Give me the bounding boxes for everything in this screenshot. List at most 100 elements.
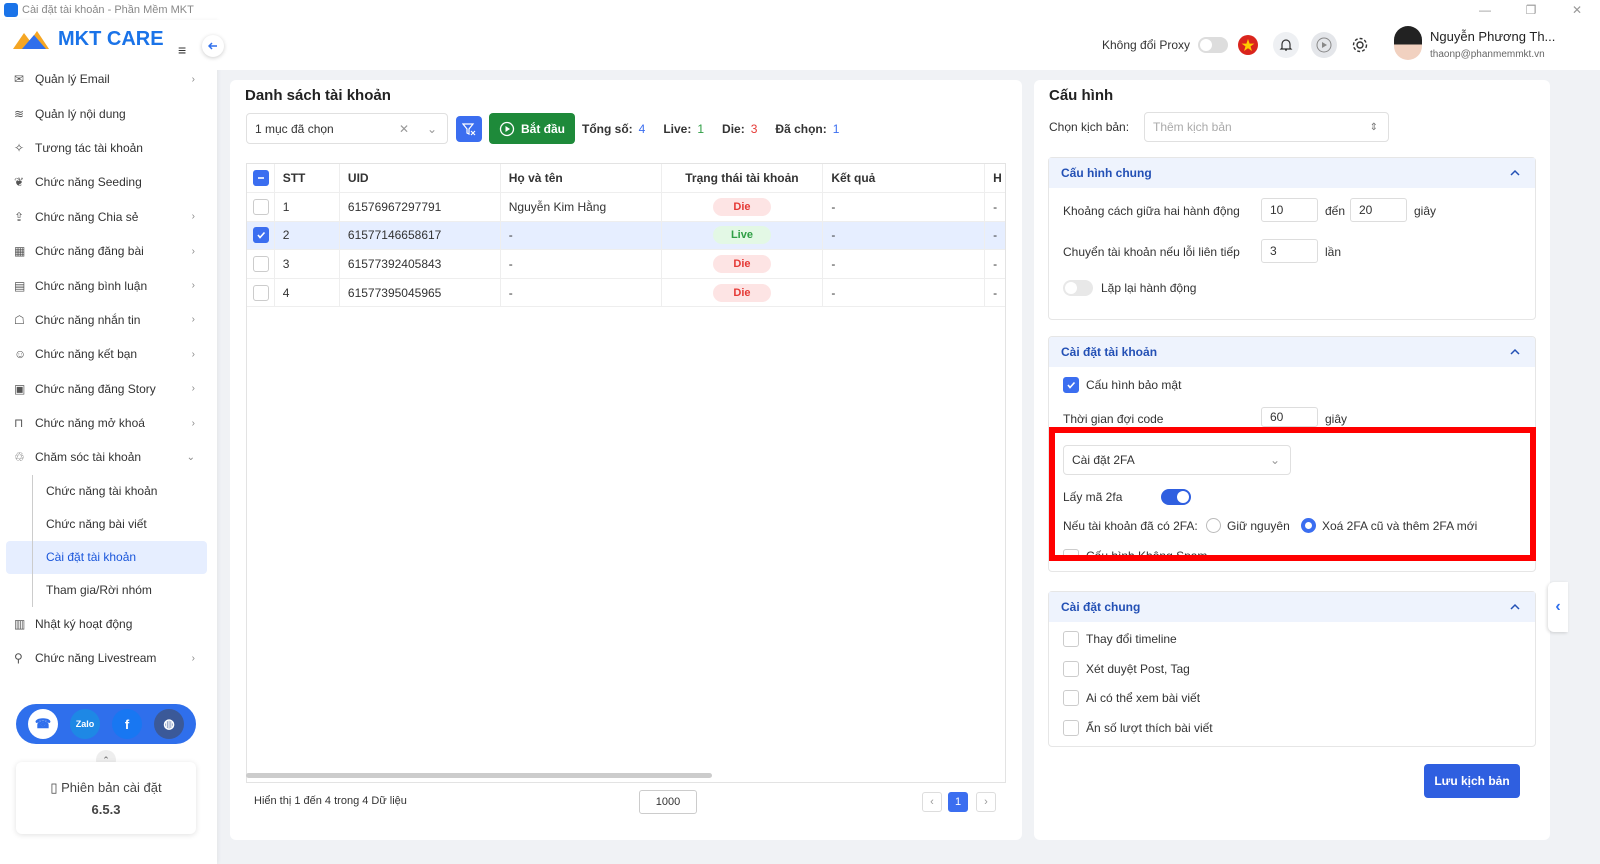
col-result[interactable]: Kết quả: [823, 164, 986, 192]
facebook-icon[interactable]: f: [112, 709, 142, 739]
next-page-button[interactable]: ›: [976, 792, 996, 812]
script-select[interactable]: Thêm kịch bản ⇕: [1144, 112, 1389, 142]
language-flag-button[interactable]: [1235, 32, 1261, 58]
sidebar-item-content[interactable]: ≋ Quản lý nội dung: [0, 96, 217, 130]
col-stt[interactable]: STT: [275, 164, 340, 192]
sidebar-subitem-account-settings[interactable]: Cài đặt tài khoản: [6, 540, 207, 574]
wait-code-input[interactable]: 60: [1261, 407, 1318, 427]
col-uid[interactable]: UID: [340, 164, 501, 192]
close-icon[interactable]: ✕: [1554, 0, 1600, 20]
status-badge: Live: [712, 226, 771, 245]
table-row[interactable]: 4 61577395045965 - Die - -: [247, 278, 1005, 308]
sidebar-item-share[interactable]: ⇪ Chức năng Chia sẻ ›: [0, 200, 217, 234]
version-label: ▯ Phiên bản cài đặt: [50, 780, 162, 795]
chevron-right-icon: ›: [191, 314, 195, 326]
sidebar-subitem-account-functions[interactable]: Chức năng tài khoản: [0, 474, 217, 508]
avatar[interactable]: [1394, 26, 1422, 60]
sidebar-item-care[interactable]: ♲ Chăm sóc tài khoản ⌄: [0, 440, 217, 474]
window-titlebar: Cài đặt tài khoản - Phần Mềm MKT — ❐ ✕: [0, 0, 1600, 20]
switch-account-input[interactable]: 3: [1261, 239, 1318, 263]
sidebar-item-livestream[interactable]: ⚲ Chức năng Livestream ›: [0, 641, 217, 675]
side-panel-toggle[interactable]: ‹: [1548, 582, 1568, 632]
layers-icon: ≋: [14, 106, 25, 121]
col-status[interactable]: Trạng thái tài khoản: [662, 164, 824, 192]
option-checkbox[interactable]: [1063, 631, 1079, 647]
option-review-post[interactable]: Xét duyệt Post, Tag: [1063, 661, 1190, 677]
select-all-checkbox[interactable]: [253, 170, 269, 186]
repeat-action-toggle[interactable]: [1063, 280, 1093, 296]
delay-label: Khoảng cách giữa hai hành động: [1063, 204, 1240, 218]
horizontal-scrollbar[interactable]: [246, 773, 712, 778]
sidebar-item-story[interactable]: ▣ Chức năng đăng Story ›: [0, 372, 217, 406]
proxy-toggle[interactable]: [1198, 37, 1229, 53]
row-checkbox[interactable]: [253, 198, 269, 215]
delay-from-input[interactable]: 10: [1261, 198, 1318, 222]
sidebar-item-seeding[interactable]: ❦ Chức năng Seeding: [0, 165, 217, 199]
row-checkbox[interactable]: [253, 227, 269, 244]
app-icon: [4, 3, 18, 17]
gear-icon: [1352, 37, 1368, 53]
chat-icon: ☖: [14, 312, 25, 327]
minimize-icon[interactable]: —: [1462, 0, 1508, 20]
option-who-can-see[interactable]: Ai có thể xem bài viết: [1063, 690, 1200, 706]
support-icon[interactable]: ☎: [28, 709, 58, 739]
security-config-checkbox[interactable]: [1063, 377, 1079, 393]
minus-icon: [258, 177, 264, 179]
settings-button[interactable]: [1347, 32, 1373, 58]
clear-icon[interactable]: ✕: [399, 122, 409, 136]
col-name[interactable]: Họ và tên: [501, 164, 662, 192]
menu-toggle-icon[interactable]: ≡: [178, 42, 186, 58]
top-header: Không đổi Proxy Nguyễn Phương Th... thao…: [217, 20, 1600, 70]
option-timeline[interactable]: Thay đổi timeline: [1063, 631, 1177, 647]
table-row[interactable]: 2 61577146658617 - Live - -: [247, 221, 1005, 251]
sidebar-item-post[interactable]: ▦ Chức năng đăng bài ›: [0, 234, 217, 268]
switch-account-unit: lần: [1325, 245, 1342, 259]
chevron-right-icon: ›: [191, 73, 195, 85]
row-checkbox[interactable]: [253, 284, 269, 301]
globe-icon[interactable]: ◍: [154, 709, 184, 739]
sidebar-item-activity-log[interactable]: ▥ Nhật ký hoạt động: [0, 607, 217, 641]
sidebar-subitem-join-leave-group[interactable]: Tham gia/Rời nhóm: [0, 573, 217, 607]
zalo-icon[interactable]: Zalo: [70, 709, 100, 739]
col-extra[interactable]: H: [985, 164, 1005, 192]
highlight-box: [1049, 427, 1536, 561]
page-button[interactable]: 1: [948, 792, 968, 812]
sidebar-item-comment[interactable]: ▤ Chức năng bình luận ›: [0, 268, 217, 302]
email-gear-icon: ✉: [14, 72, 25, 87]
option-checkbox[interactable]: [1063, 720, 1079, 736]
filter-button[interactable]: [456, 116, 482, 142]
page-size-input[interactable]: 1000: [639, 790, 697, 814]
row-checkbox[interactable]: [253, 255, 269, 272]
log-icon: ▥: [14, 616, 26, 631]
delay-to-input[interactable]: 20: [1350, 198, 1407, 222]
option-hide-likes[interactable]: Ẩn số lượt thích bài viết: [1063, 720, 1213, 736]
common-settings-header[interactable]: Cài đặt chung: [1049, 592, 1535, 622]
play-tutorial-button[interactable]: [1311, 32, 1337, 58]
sidebar-item-friend[interactable]: ☺ Chức năng kết bạn ›: [0, 337, 217, 371]
option-checkbox[interactable]: [1063, 690, 1079, 706]
table-row[interactable]: 3 61577392405843 - Die - -: [247, 250, 1005, 279]
play-circle-icon: [499, 121, 515, 136]
accounts-table: STT UID Họ và tên Trạng thái tài khoản K…: [246, 163, 1006, 783]
sidebar-item-interact[interactable]: ✧ Tương tác tài khoản: [0, 131, 217, 165]
notification-button[interactable]: [1273, 32, 1299, 58]
brand-logo[interactable]: MKT CARE: [12, 28, 164, 51]
collapse-sidebar-button[interactable]: [202, 35, 224, 57]
general-config-header[interactable]: Cấu hình chung: [1049, 158, 1535, 188]
version-number: 6.5.3: [91, 802, 121, 817]
sidebar-item-email[interactable]: ✉ Quản lý Email ›: [0, 62, 217, 96]
unlock-icon: ⊓: [14, 416, 24, 431]
prev-page-button[interactable]: ‹: [922, 792, 942, 812]
sidebar-item-message[interactable]: ☖ Chức năng nhắn tin ›: [0, 303, 217, 337]
selection-dropdown[interactable]: 1 mục đã chọn ✕ ⌄: [246, 113, 448, 144]
sidebar-subitem-post-functions[interactable]: Chức năng bài viết: [0, 507, 217, 541]
sidebar-item-unlock[interactable]: ⊓ Chức năng mở khoá ›: [0, 406, 217, 440]
social-links: ☎ Zalo f ◍: [16, 704, 196, 744]
save-script-button[interactable]: Lưu kịch bản: [1424, 764, 1520, 798]
option-checkbox[interactable]: [1063, 661, 1079, 677]
table-row[interactable]: 1 61576967297791 Nguyễn Kim Hằng Die - -: [247, 193, 1005, 222]
chevron-right-icon: ›: [191, 245, 195, 257]
start-button[interactable]: Bắt đầu: [489, 113, 575, 144]
restore-icon[interactable]: ❐: [1508, 0, 1554, 20]
account-settings-header[interactable]: Cài đặt tài khoản: [1049, 337, 1535, 367]
